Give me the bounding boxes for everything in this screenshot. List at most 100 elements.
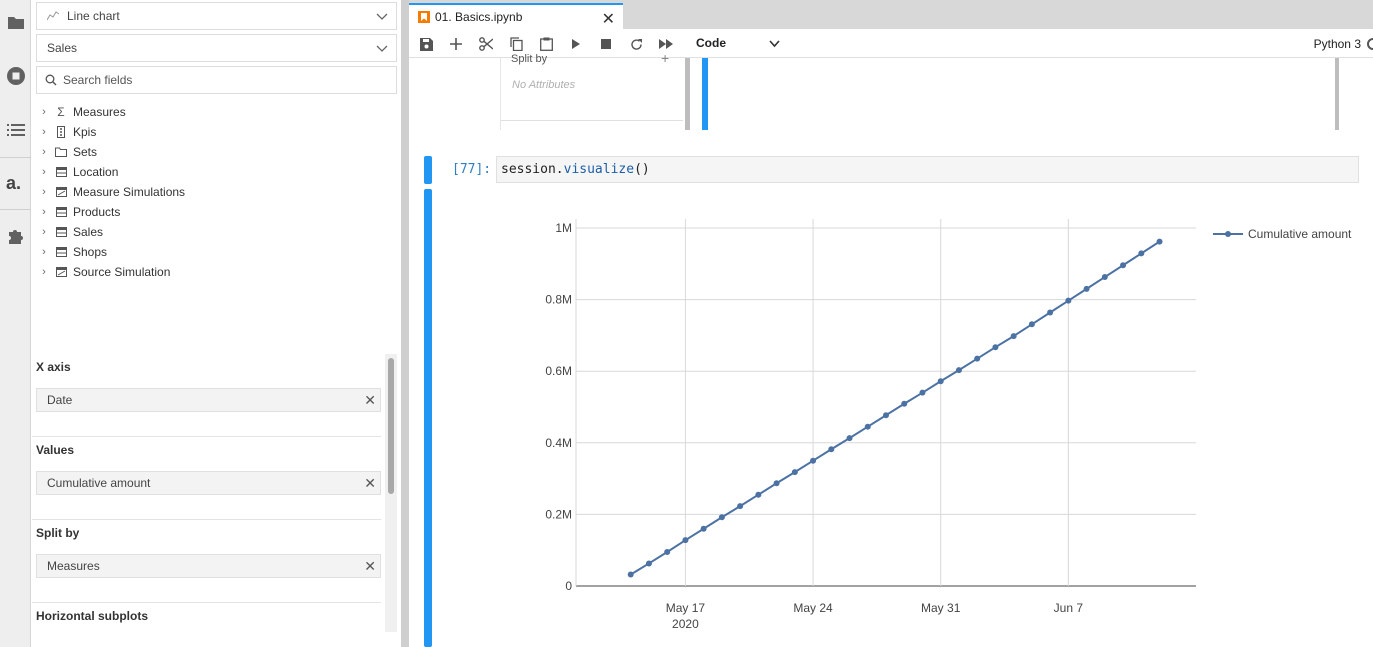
scrollbar-thumb[interactable] <box>1335 58 1339 130</box>
y-tick-label: 0.4M <box>545 436 572 450</box>
data-point <box>974 355 981 362</box>
tree-item-label: Sets <box>73 145 98 159</box>
svg-text:a.: a. <box>6 174 21 192</box>
code-call: () <box>634 162 650 177</box>
stop-icon[interactable] <box>597 35 615 53</box>
data-point <box>883 412 889 419</box>
widget-collapser[interactable] <box>702 58 708 130</box>
panel-splitter[interactable] <box>401 0 409 647</box>
split-by-chip[interactable]: Measures ✕ <box>36 554 381 578</box>
tree-item-location[interactable]: › Location <box>36 162 397 182</box>
tree-item-kpis[interactable]: › Kpis <box>36 122 397 142</box>
code-function: visualize <box>563 162 635 177</box>
legend-marker <box>1225 231 1231 237</box>
y-tick-label: 0.6M <box>545 364 572 378</box>
x-axis-title: X axis <box>36 360 71 374</box>
save-icon[interactable] <box>417 35 435 53</box>
run-icon[interactable] <box>567 35 585 53</box>
traffic-light-icon <box>53 125 69 139</box>
y-tick-label: 0.2M <box>545 507 572 521</box>
add-cell-icon[interactable] <box>447 35 465 53</box>
cut-icon[interactable] <box>477 35 495 53</box>
tab-bar: 01. Basics.ipynb ✕ <box>409 0 1373 29</box>
remove-icon[interactable]: ✕ <box>364 475 376 492</box>
data-point <box>1120 262 1127 269</box>
tree-item-products[interactable]: › Products <box>36 202 397 222</box>
chevron-right-icon[interactable]: › <box>37 246 51 258</box>
data-point <box>828 446 835 453</box>
scrollbar-thumb[interactable] <box>685 58 690 130</box>
simulation-icon <box>53 265 69 279</box>
x-tick-label: May 17 <box>666 601 706 615</box>
split-by-title: Split by <box>36 526 80 540</box>
divider <box>501 120 683 121</box>
search-fields-input[interactable]: Search fields <box>36 66 397 94</box>
data-point <box>1028 321 1035 328</box>
cell-type-select[interactable]: Code <box>696 36 780 52</box>
data-point <box>1083 285 1090 292</box>
close-icon[interactable]: ✕ <box>602 9 615 29</box>
legend-label: Cumulative amount <box>1248 227 1352 241</box>
table-icon <box>53 165 69 179</box>
cell-type-label: Code <box>696 36 726 50</box>
visualization-panel: Line chart Sales Search fields › Σ Measu… <box>32 0 401 647</box>
horizontal-subplots-title: Horizontal subplots <box>36 609 148 623</box>
table-icon <box>53 225 69 239</box>
tab-notebook[interactable]: 01. Basics.ipynb ✕ <box>409 3 623 29</box>
kernel-name[interactable]: Python 3 <box>1314 37 1361 51</box>
chevron-right-icon[interactable]: › <box>37 206 51 218</box>
chevron-right-icon[interactable]: › <box>37 106 51 118</box>
values-chip[interactable]: Cumulative amount ✕ <box>36 471 381 495</box>
chevron-down-icon <box>376 45 388 52</box>
chevron-right-icon[interactable]: › <box>37 226 51 238</box>
table-icon <box>53 245 69 259</box>
chart-type-label: Line chart <box>67 9 120 23</box>
chevron-right-icon[interactable]: › <box>37 166 51 178</box>
cell-collapser[interactable] <box>424 156 432 184</box>
code-editor[interactable]: session.visualize() <box>496 156 1359 183</box>
cube-label: Sales <box>47 41 78 55</box>
copy-icon[interactable] <box>507 35 525 53</box>
x-tick-label: Jun 7 <box>1054 601 1084 615</box>
chart-type-select[interactable]: Line chart <box>36 2 397 30</box>
notebook-icon <box>418 11 430 23</box>
tree-item-sets[interactable]: › Sets <box>36 142 397 162</box>
remove-icon[interactable]: ✕ <box>364 392 376 409</box>
section-divider <box>32 519 381 520</box>
series-line <box>630 240 1161 576</box>
add-icon[interactable]: + <box>661 50 669 66</box>
atoti-logo-icon[interactable]: a. <box>0 163 31 203</box>
kernel-status-icon <box>1367 38 1373 50</box>
chevron-right-icon[interactable]: › <box>37 186 51 198</box>
running-kernels-icon[interactable] <box>0 56 31 96</box>
table-of-contents-icon[interactable] <box>0 110 31 150</box>
activity-separator <box>0 157 31 158</box>
tree-item-source-simulation[interactable]: › Source Simulation <box>36 262 397 282</box>
tree-item-shops[interactable]: › Shops <box>36 242 397 262</box>
section-divider <box>32 436 381 437</box>
remove-icon[interactable]: ✕ <box>364 558 376 575</box>
x-axis-chip-label: Date <box>47 393 73 407</box>
chevron-right-icon[interactable]: › <box>37 126 51 138</box>
chevron-right-icon[interactable]: › <box>37 146 51 158</box>
x-axis-chip[interactable]: Date ✕ <box>36 388 381 412</box>
search-placeholder: Search fields <box>63 73 133 87</box>
folder-icon[interactable] <box>0 3 31 43</box>
table-icon <box>53 205 69 219</box>
y-tick-label: 0 <box>565 579 572 593</box>
chevron-right-icon[interactable]: › <box>37 266 51 278</box>
section-divider <box>32 602 381 603</box>
tree-item-label: Shops <box>73 245 108 259</box>
tree-item-measure-simulations[interactable]: › Measure Simulations <box>36 182 397 202</box>
cube-select[interactable]: Sales <box>36 34 397 62</box>
x-tick-label: May 31 <box>921 601 961 615</box>
execution-prompt: [77]: <box>452 162 492 177</box>
data-point <box>901 400 908 407</box>
field-tree: › Σ Measures › Kpis › Sets › Location › … <box>36 102 397 282</box>
tree-item-measures[interactable]: › Σ Measures <box>36 102 397 122</box>
restart-icon[interactable] <box>627 35 645 53</box>
tree-item-sales[interactable]: › Sales <box>36 222 397 242</box>
extension-puzzle-icon[interactable] <box>0 216 31 256</box>
paste-icon[interactable] <box>537 35 555 53</box>
scrollbar-thumb[interactable] <box>388 358 394 494</box>
